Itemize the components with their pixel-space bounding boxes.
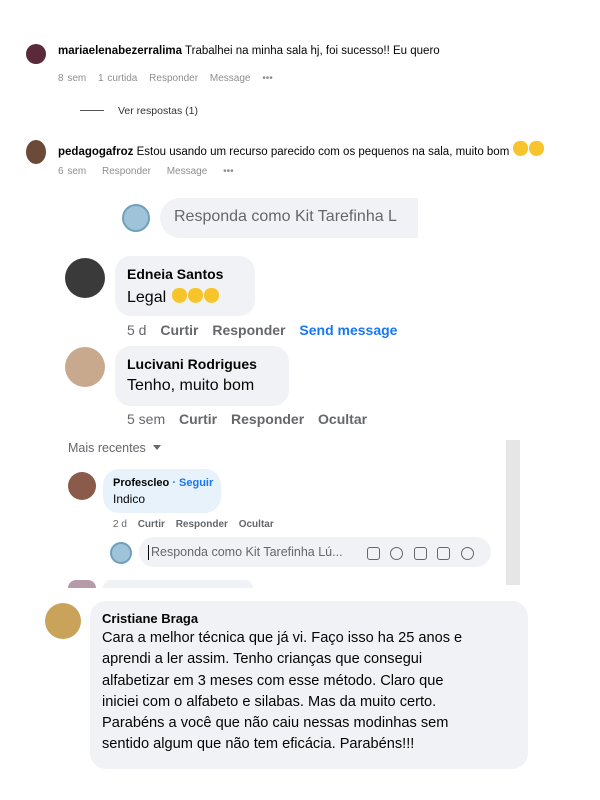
- comment-actions: 5 d Curtir Responder Send message: [127, 322, 397, 338]
- reply-link[interactable]: Responder: [149, 73, 198, 84]
- message-link[interactable]: Message: [167, 166, 208, 176]
- comment-actions: 2 d Curtir Responder Ocultar: [113, 519, 274, 530]
- comment-line: Parabéns a você que não caiu nessas modi…: [102, 715, 449, 732]
- partial-bubble: [103, 580, 253, 588]
- partial-avatar: [68, 580, 96, 588]
- avatar[interactable]: [26, 140, 46, 164]
- comment-line: Cara a melhor técnica que já vi. Faço is…: [102, 630, 463, 646]
- like-button[interactable]: Curtir: [138, 519, 165, 530]
- reply-button[interactable]: Responder: [212, 322, 285, 338]
- meta-clip: 6 sem Responder Message •••: [58, 166, 358, 176]
- send-message-button[interactable]: Send message: [299, 322, 397, 338]
- likes-count[interactable]: 1 curtida: [98, 73, 137, 84]
- more-icon[interactable]: •••: [262, 73, 273, 84]
- comment-bubble: Lucivani Rodrigues Tenho, muito bom: [115, 346, 289, 406]
- gif-icon[interactable]: [437, 547, 451, 561]
- raised-hand-emoji-icon: [171, 288, 187, 303]
- avatar[interactable]: [68, 472, 96, 500]
- reply-input[interactable]: Responda como Kit Tarefinha L: [160, 198, 418, 238]
- comment-meta: 8 sem 1 curtida Responder Message •••: [58, 73, 273, 84]
- reply-link[interactable]: Responder: [102, 166, 151, 176]
- clapping-emoji-icon: [513, 141, 529, 156]
- timestamp: 8 sem: [58, 73, 87, 84]
- sort-label: Mais recentes: [68, 441, 146, 455]
- hide-button[interactable]: Ocultar: [239, 519, 274, 530]
- comment-line: aprendi a ler assim. Tenho crianças que …: [102, 651, 423, 668]
- clapping-emoji-icon: [529, 141, 545, 156]
- scrollbar[interactable]: [506, 440, 520, 585]
- raised-hands-emoji-icon: [203, 288, 219, 303]
- avatar[interactable]: [45, 603, 81, 639]
- input-tools: [361, 545, 474, 563]
- page-avatar: [110, 542, 132, 564]
- comment-line: alfabetizar em 3 meses com esse método. …: [102, 672, 444, 689]
- message-link[interactable]: Message: [210, 73, 251, 84]
- commenter-name[interactable]: Edneia Santos: [127, 266, 223, 282]
- comment-text: Tenho, muito bom: [127, 377, 255, 394]
- reply-input[interactable]: Responda como Kit Tarefinha Lú...: [139, 537, 491, 567]
- sticker-icon[interactable]: [367, 547, 380, 561]
- comment-body: Legal: [127, 288, 219, 307]
- raised-hands-emoji-icon: [187, 288, 203, 303]
- reply-button[interactable]: Responder: [176, 519, 228, 530]
- chevron-down-icon: [153, 445, 162, 450]
- hide-button[interactable]: Ocultar: [318, 411, 367, 427]
- comment-bubble: Edneia Santos Legal: [115, 256, 255, 316]
- emoji-icon[interactable]: [390, 547, 404, 561]
- comment-bubble: Cristiane Braga Cara a melhor técnica qu…: [90, 601, 528, 769]
- ig-comment-text: pedagogafroz Estou usando um recurso par…: [58, 141, 545, 158]
- commenter-name[interactable]: Lucivani Rodrigues: [127, 356, 257, 372]
- comment-text: Indico: [113, 492, 146, 506]
- sort-dropdown[interactable]: Mais recentes: [68, 441, 162, 455]
- username[interactable]: mariaelenabezerralima: [58, 45, 182, 57]
- avatar[interactable]: [65, 347, 105, 387]
- comment-bubble: Profescleo · Seguir Indico: [103, 469, 221, 513]
- view-replies-link[interactable]: Ver respostas (1): [118, 105, 198, 117]
- timestamp: 6 sem: [58, 166, 87, 176]
- follow-button[interactable]: · Seguir: [172, 477, 213, 489]
- text-cursor: [148, 545, 149, 560]
- commenter-name[interactable]: Profescleo: [113, 477, 169, 489]
- reply-button[interactable]: Responder: [231, 411, 304, 427]
- page-avatar: [122, 204, 150, 232]
- reply-placeholder: Responda como Kit Tarefinha L: [174, 208, 397, 225]
- comment-line: sentido algum que não tem eficácia. Para…: [102, 736, 415, 753]
- comment-meta: 6 sem Responder Message •••: [58, 166, 358, 176]
- camera-icon[interactable]: [413, 547, 427, 561]
- comment-line: iniciei com o alfabeto e silabas. Mas da…: [102, 693, 437, 710]
- comment-body: Estou usando um recurso parecido com os …: [136, 146, 510, 158]
- like-button[interactable]: Curtir: [179, 411, 217, 427]
- like-button[interactable]: Curtir: [160, 322, 198, 338]
- avatar[interactable]: [65, 258, 105, 298]
- view-replies-line: [80, 110, 104, 111]
- comment-header: Profescleo · Seguir: [113, 477, 213, 489]
- comment-actions: 5 sem Curtir Responder Ocultar: [127, 411, 367, 427]
- more-icon[interactable]: •••: [223, 166, 234, 176]
- ig-comment-text: mariaelenabezerralima Trabalhei na minha…: [58, 45, 440, 57]
- comment-text: Legal: [127, 289, 167, 306]
- comment-body: Trabalhei na minha sala hj, foi sucesso!…: [185, 45, 440, 57]
- timestamp: 5 sem: [127, 411, 166, 427]
- timestamp: 5 d: [127, 322, 147, 338]
- commenter-name[interactable]: Cristiane Braga: [102, 611, 198, 626]
- timestamp: 2 d: [113, 519, 127, 530]
- avatar-sticker-icon[interactable]: [460, 547, 474, 561]
- reply-placeholder: Responda como Kit Tarefinha Lú...: [151, 545, 343, 559]
- comment-body: Cara a melhor técnica que já vi. Faço is…: [102, 628, 462, 756]
- avatar[interactable]: [26, 44, 46, 64]
- username[interactable]: pedagogafroz: [58, 146, 133, 158]
